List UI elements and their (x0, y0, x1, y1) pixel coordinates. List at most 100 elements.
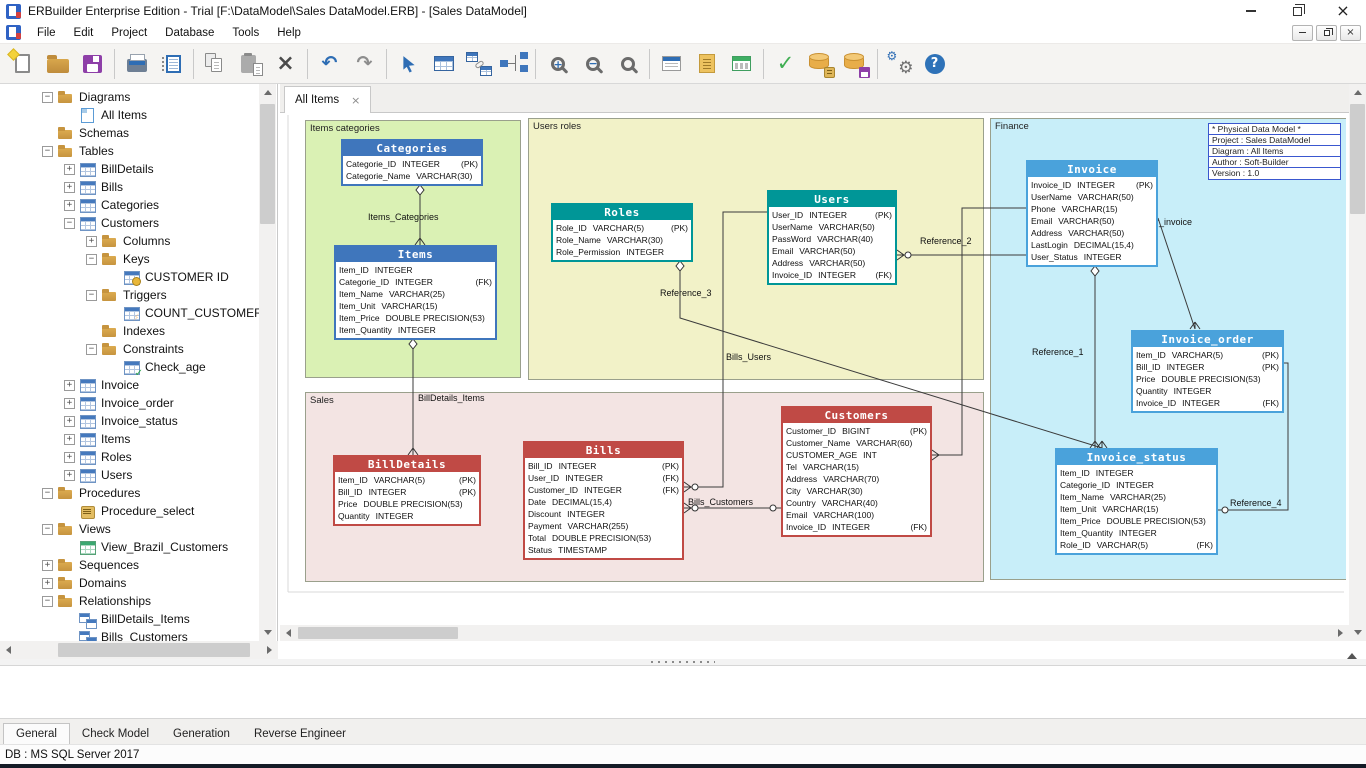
tree-expander-icon[interactable]: − (86, 290, 97, 301)
canvas-vertical-scrollbar[interactable] (1349, 84, 1366, 641)
toolbar-delete-button[interactable]: × (268, 47, 303, 81)
toolbar-relationship-button[interactable] (461, 47, 496, 81)
toolbar-panel-button[interactable] (654, 47, 689, 81)
tree-expander-icon[interactable]: − (42, 92, 53, 103)
toolbar-form-button[interactable] (724, 47, 759, 81)
mdi-restore-button[interactable] (1316, 25, 1337, 41)
scroll-up-button[interactable] (1349, 84, 1366, 101)
sidebar-item-items[interactable]: +Items (0, 430, 259, 448)
entity-invoice-order[interactable]: Invoice_orderItem_IDVARCHAR(5)(PK)Bill_I… (1131, 330, 1284, 413)
sidebar-item-users[interactable]: +Users (0, 466, 259, 484)
tree-vertical-scrollbar[interactable] (259, 84, 276, 641)
diagram-canvas[interactable]: Items categoriesUsers rolesFinanceSalesI… (280, 113, 1346, 625)
sidebar-item-all-items[interactable]: All Items (0, 106, 259, 124)
sidebar-item-view-brazil-customers[interactable]: View_Brazil_Customers (0, 538, 259, 556)
toolbar-save-button[interactable] (75, 47, 110, 81)
bottom-tab-general[interactable]: General (3, 723, 70, 744)
sidebar-item-billdetails[interactable]: +BillDetails (0, 160, 259, 178)
toolbar-zoom-button[interactable] (610, 47, 645, 81)
menu-database[interactable]: Database (156, 24, 223, 42)
tree-expander-icon[interactable]: + (64, 182, 75, 193)
scroll-left-button[interactable] (0, 641, 17, 658)
relationship-bills-users[interactable] (684, 212, 767, 487)
toolbar-layout-button[interactable] (496, 47, 531, 81)
entity-categories[interactable]: CategoriesCategorie_IDINTEGER(PK)Categor… (341, 139, 483, 186)
scroll-thumb[interactable] (260, 104, 275, 224)
tree-expander-icon[interactable]: − (42, 488, 53, 499)
sidebar-item-schemas[interactable]: Schemas (0, 124, 259, 142)
scroll-thumb[interactable] (58, 643, 250, 657)
sidebar-item-customer-id[interactable]: CUSTOMER ID (0, 268, 259, 286)
tree-expander-icon[interactable]: + (64, 434, 75, 445)
scroll-thumb[interactable] (1350, 104, 1365, 214)
sidebar-item-columns[interactable]: +Columns (0, 232, 259, 250)
canvas-horizontal-scrollbar[interactable] (280, 625, 1349, 641)
relationship-order-invoice[interactable] (1158, 218, 1195, 329)
sidebar-item-categories[interactable]: +Categories (0, 196, 259, 214)
tree-expander-icon[interactable]: + (64, 380, 75, 391)
mdi-close-button[interactable]: × (1340, 25, 1361, 41)
sidebar-item-diagrams[interactable]: −Diagrams (0, 88, 259, 106)
tree-expander-icon[interactable]: + (86, 236, 97, 247)
entity-users[interactable]: UsersUser_IDINTEGER(PK)UserNameVARCHAR(5… (767, 190, 897, 285)
panel-divider[interactable] (277, 84, 278, 659)
sidebar-item-relationships[interactable]: −Relationships (0, 592, 259, 610)
bottom-tab-check-model[interactable]: Check Model (70, 723, 161, 744)
scroll-thumb[interactable] (298, 627, 458, 639)
sidebar-item-procedures[interactable]: −Procedures (0, 484, 259, 502)
menu-project[interactable]: Project (102, 24, 156, 42)
entity-roles[interactable]: RolesRole_IDVARCHAR(5)(PK)Role_NameVARCH… (551, 203, 693, 262)
tree-expander-icon[interactable]: + (64, 452, 75, 463)
tree-expander-icon[interactable]: + (64, 398, 75, 409)
menu-help[interactable]: Help (268, 24, 310, 42)
menu-tools[interactable]: Tools (223, 24, 268, 42)
tree-expander-icon[interactable]: − (64, 218, 75, 229)
toolbar-open-button[interactable] (40, 47, 75, 81)
sidebar-item-roles[interactable]: +Roles (0, 448, 259, 466)
bottom-tab-generation[interactable]: Generation (161, 723, 242, 744)
toolbar-db-save-button[interactable] (838, 47, 873, 81)
sidebar-item-indexes[interactable]: Indexes (0, 322, 259, 340)
sidebar-item-check-age[interactable]: Check_age (0, 358, 259, 376)
sidebar-item-bills[interactable]: +Bills (0, 178, 259, 196)
sidebar-item-sequences[interactable]: +Sequences (0, 556, 259, 574)
sidebar-item-procedure-select[interactable]: Procedure_select (0, 502, 259, 520)
toolbar-table-button[interactable] (426, 47, 461, 81)
scroll-right-button[interactable] (1332, 625, 1349, 641)
toolbar-print-button[interactable] (119, 47, 154, 81)
tree-expander-icon[interactable]: − (86, 344, 97, 355)
tree-expander-icon[interactable]: + (42, 578, 53, 589)
scroll-right-button[interactable] (261, 641, 278, 658)
toolbar-zoom-in-button[interactable] (540, 47, 575, 81)
toolbar-help-button[interactable]: ? (917, 47, 952, 81)
tree-expander-icon[interactable]: + (64, 164, 75, 175)
toolbar-db-generate-button[interactable] (803, 47, 838, 81)
restore-button[interactable] (1274, 0, 1320, 22)
entity-billdetails[interactable]: BillDetailsItem_IDVARCHAR(5)(PK)Bill_IDI… (333, 455, 481, 526)
model-info-box[interactable]: * Physical Data Model *Project : Sales D… (1208, 123, 1341, 180)
scroll-left-button[interactable] (280, 625, 297, 641)
tree-expander-icon[interactable]: + (64, 200, 75, 211)
sidebar-item-constraints[interactable]: −Constraints (0, 340, 259, 358)
entity-items[interactable]: ItemsItem_IDINTEGERCategorie_IDINTEGER(F… (334, 245, 497, 340)
toolbar-report-button[interactable] (154, 47, 189, 81)
tree-expander-icon[interactable]: − (86, 254, 97, 265)
tree-expander-icon[interactable]: − (42, 146, 53, 157)
toolbar-undo-button[interactable]: ↶ (312, 47, 347, 81)
sidebar-item-domains[interactable]: +Domains (0, 574, 259, 592)
tree-expander-icon[interactable]: + (42, 560, 53, 571)
toolbar-check-button[interactable]: ✓ (768, 47, 803, 81)
sidebar-item-bills-customers[interactable]: Bills_Customers (0, 628, 259, 641)
sidebar-item-customers[interactable]: −Customers (0, 214, 259, 232)
toolbar-pointer-button[interactable] (391, 47, 426, 81)
toolbar-zoom-out-button[interactable] (575, 47, 610, 81)
tab-all-items[interactable]: All Items × (284, 86, 371, 113)
tree-expander-icon[interactable]: − (42, 596, 53, 607)
sidebar-item-billdetails-items[interactable]: BillDetails_Items (0, 610, 259, 628)
collapse-panel-button[interactable] (1342, 650, 1362, 661)
sidebar-item-views[interactable]: −Views (0, 520, 259, 538)
sidebar-item-invoice[interactable]: +Invoice (0, 376, 259, 394)
toolbar-new-button[interactable] (5, 47, 40, 81)
toolbar-copy-button[interactable] (198, 47, 233, 81)
sidebar-item-keys[interactable]: −Keys (0, 250, 259, 268)
